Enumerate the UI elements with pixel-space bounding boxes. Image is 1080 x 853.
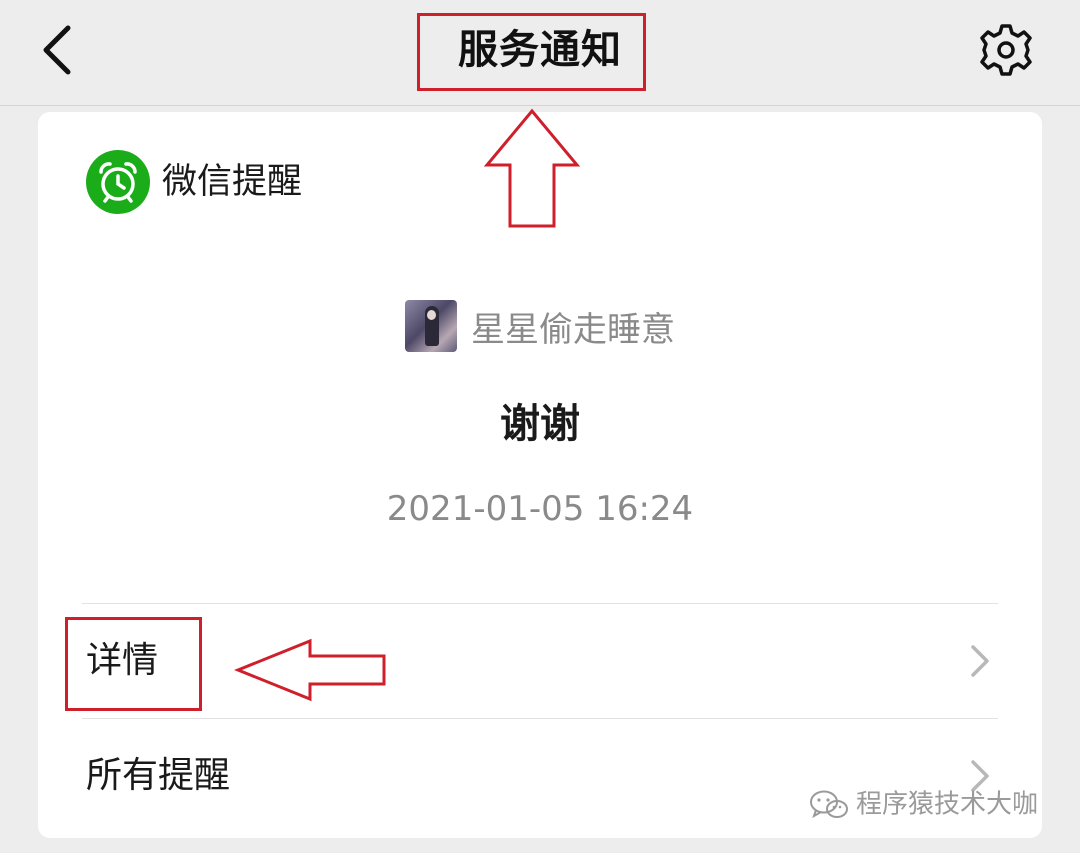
wechat-logo-icon bbox=[810, 790, 848, 818]
watermark-text: 程序猿技术大咖 bbox=[856, 789, 1039, 820]
settings-button[interactable] bbox=[970, 18, 1042, 82]
detail-highlight-box bbox=[65, 617, 202, 711]
chevron-right-icon bbox=[971, 645, 989, 677]
message-title: 谢谢 bbox=[500, 401, 580, 447]
sender-name: 星星偷走睡意 bbox=[471, 309, 675, 350]
message-time: 2021-01-05 16:24 bbox=[386, 489, 694, 529]
left-arrow-annotation bbox=[234, 638, 386, 702]
avatar bbox=[405, 300, 457, 352]
all-reminders-label: 所有提醒 bbox=[86, 755, 231, 796]
title-highlight-box bbox=[417, 13, 646, 91]
up-arrow-annotation bbox=[484, 108, 580, 228]
gear-icon bbox=[980, 24, 1032, 76]
sender-row: 星星偷走睡意 bbox=[38, 300, 1042, 360]
source-name: 微信提醒 bbox=[162, 162, 303, 202]
alarm-clock-icon bbox=[86, 150, 150, 214]
watermark: 程序猿技术大咖 bbox=[808, 782, 1038, 826]
